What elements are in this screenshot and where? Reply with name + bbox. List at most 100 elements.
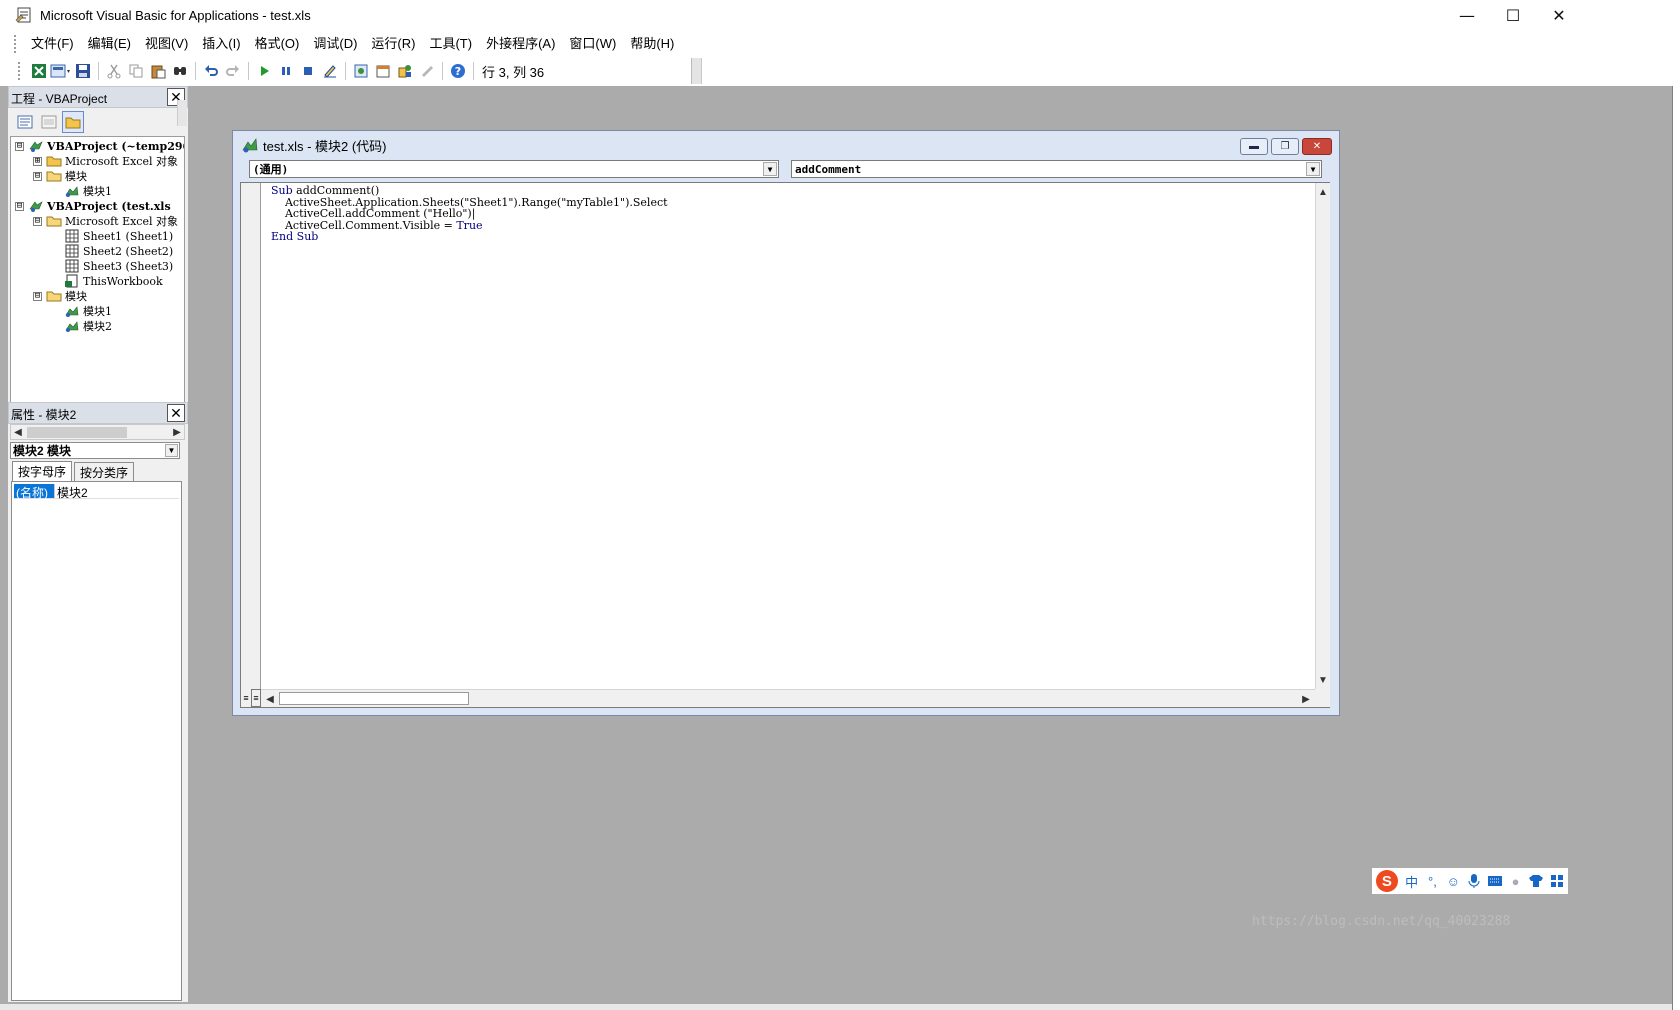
procedure-view-icon[interactable]: ≡ <box>241 689 251 707</box>
project-explorer-icon[interactable] <box>350 60 372 82</box>
object-combo[interactable]: (通用) ▼ <box>249 160 779 178</box>
tree-node-modules[interactable]: ⊟ 模块 <box>33 168 87 184</box>
menu-debug[interactable]: 调试(D) <box>306 32 364 56</box>
cut-icon[interactable] <box>103 60 125 82</box>
sogou-logo-icon[interactable]: S <box>1376 870 1398 892</box>
menu-window[interactable]: 窗口(W) <box>562 32 623 56</box>
scroll-right-icon[interactable]: ▶ <box>1299 692 1313 706</box>
collapse-toggle-icon[interactable]: ⊟ <box>33 291 42 301</box>
tree-node-modules[interactable]: ⊟ 模块 <box>33 288 87 304</box>
code-editor[interactable]: Sub addComment() ActiveSheet.Application… <box>240 182 1330 708</box>
tree-node-vbaproject-temp[interactable]: ⊟ VBAProject (~temp296 <box>15 138 184 154</box>
close-button[interactable]: ✕ <box>1536 0 1582 30</box>
tree-node-excel-objects[interactable]: ⊞ Microsoft Excel 对象 <box>33 153 178 169</box>
insert-userform-icon[interactable] <box>50 60 72 82</box>
chevron-down-icon[interactable]: ▼ <box>1306 162 1320 176</box>
break-icon[interactable] <box>275 60 297 82</box>
collapse-toggle-icon[interactable]: ⊟ <box>15 141 24 151</box>
keyboard-icon[interactable] <box>1485 871 1505 891</box>
tree-node-vbaproject-test[interactable]: ⊟ VBAProject (test.xls <box>15 198 171 214</box>
scroll-right-icon[interactable]: ▶ <box>170 425 184 439</box>
property-value[interactable]: 模块2 <box>54 484 88 500</box>
code-line[interactable]: ActiveCell.Comment.Visible = True <box>271 219 668 232</box>
collapse-toggle-icon[interactable]: ⊟ <box>33 216 42 226</box>
view-object-icon[interactable] <box>38 111 60 133</box>
punctuation-toggle[interactable]: °, <box>1423 871 1443 891</box>
property-row-name[interactable]: (名称) 模块2 <box>14 484 179 500</box>
menu-view[interactable]: 视图(V) <box>138 32 195 56</box>
chevron-down-icon[interactable]: ▼ <box>165 444 178 457</box>
scroll-up-icon[interactable]: ▲ <box>1316 185 1330 199</box>
menu-insert[interactable]: 插入(I) <box>195 32 247 56</box>
code-vscrollbar[interactable]: ▲ ▼ <box>1315 183 1330 689</box>
scroll-down-icon[interactable]: ▼ <box>1316 673 1330 687</box>
scroll-left-icon[interactable]: ◀ <box>263 692 277 706</box>
project-pane-scroll-indicator[interactable] <box>177 100 187 126</box>
code-hscrollbar[interactable]: ◀ ▶ <box>261 689 1315 707</box>
ime-mode-toggle[interactable]: 中 <box>1402 871 1422 891</box>
user-icon[interactable]: ● <box>1506 871 1526 891</box>
collapse-toggle-icon[interactable]: ⊟ <box>15 201 24 211</box>
menu-file[interactable]: 文件(F) <box>24 32 81 56</box>
code-text[interactable]: Sub addComment() ActiveSheet.Application… <box>271 185 668 243</box>
menu-edit[interactable]: 编辑(E) <box>81 32 138 56</box>
menu-grip[interactable] <box>14 35 18 53</box>
minimize-button[interactable]: — <box>1444 0 1490 30</box>
project-tree-hscrollbar[interactable]: ◀ ▶ <box>10 424 185 440</box>
menu-run[interactable]: 运行(R) <box>364 32 422 56</box>
tree-node-module2[interactable]: 模块2 <box>64 318 112 334</box>
save-icon[interactable] <box>72 60 94 82</box>
run-icon[interactable] <box>253 60 275 82</box>
menu-tools[interactable]: 工具(T) <box>422 32 479 56</box>
properties-window-icon[interactable] <box>372 60 394 82</box>
copy-icon[interactable] <box>125 60 147 82</box>
menu-format[interactable]: 格式(O) <box>248 32 307 56</box>
scroll-thumb[interactable] <box>27 427 127 438</box>
microphone-icon[interactable] <box>1464 871 1484 891</box>
skin-icon[interactable] <box>1526 871 1546 891</box>
scroll-thumb[interactable] <box>279 692 469 705</box>
menu-help[interactable]: 帮助(H) <box>623 32 681 56</box>
tree-node-module1[interactable]: 模块1 <box>64 183 112 199</box>
redo-icon[interactable] <box>222 60 244 82</box>
tree-node-sheet3[interactable]: Sheet3 (Sheet3) <box>64 258 173 274</box>
undo-icon[interactable] <box>200 60 222 82</box>
excel-view-icon[interactable] <box>28 60 50 82</box>
resize-grip[interactable] <box>1315 689 1330 707</box>
help-icon[interactable]: ? <box>447 60 469 82</box>
code-minimize-button[interactable]: ▬ <box>1240 138 1268 155</box>
code-close-button[interactable]: ✕ <box>1302 138 1332 155</box>
toolbox-icon[interactable] <box>416 60 438 82</box>
reset-icon[interactable] <box>297 60 319 82</box>
chevron-down-icon[interactable]: ▼ <box>763 162 777 176</box>
tree-node-sheet1[interactable]: Sheet1 (Sheet1) <box>64 228 173 244</box>
procedure-combo[interactable]: addComment ▼ <box>791 160 1322 178</box>
collapse-toggle-icon[interactable]: ⊟ <box>33 171 42 181</box>
view-code-icon[interactable] <box>14 111 36 133</box>
properties-object-select[interactable]: 模块2 模块 ▼ <box>10 442 180 459</box>
object-browser-icon[interactable] <box>394 60 416 82</box>
tree-node-sheet2[interactable]: Sheet2 (Sheet2) <box>64 243 173 259</box>
tree-node-excel-objects[interactable]: ⊟ Microsoft Excel 对象 <box>33 213 178 229</box>
full-module-view-icon[interactable]: ≡ <box>251 689 261 707</box>
properties-pane-close-icon[interactable]: ✕ <box>167 404 185 422</box>
tab-alphabetic[interactable]: 按字母序 <box>12 461 73 481</box>
toolbar-grip[interactable] <box>18 62 22 80</box>
tree-node-thisworkbook[interactable]: ThisWorkbook <box>64 273 163 289</box>
code-line[interactable]: End Sub <box>271 231 668 243</box>
toolbar-overflow-chevron[interactable] <box>691 58 701 84</box>
paste-icon[interactable] <box>147 60 169 82</box>
code-restore-button[interactable]: ❐ <box>1271 138 1299 155</box>
margin-indicator-bar[interactable] <box>241 183 261 689</box>
tree-node-module1[interactable]: 模块1 <box>64 303 112 319</box>
toggle-folders-icon[interactable] <box>62 111 84 133</box>
menu-addins[interactable]: 外接程序(A) <box>479 32 562 56</box>
expand-toggle-icon[interactable]: ⊞ <box>33 156 42 166</box>
maximize-button[interactable]: ☐ <box>1490 0 1536 30</box>
scroll-left-icon[interactable]: ◀ <box>11 425 25 439</box>
grid-icon[interactable] <box>1547 871 1567 891</box>
design-mode-icon[interactable] <box>319 60 341 82</box>
find-icon[interactable] <box>169 60 191 82</box>
emoji-icon[interactable]: ☺ <box>1443 871 1463 891</box>
tab-categorized[interactable]: 按分类序 <box>74 462 135 481</box>
